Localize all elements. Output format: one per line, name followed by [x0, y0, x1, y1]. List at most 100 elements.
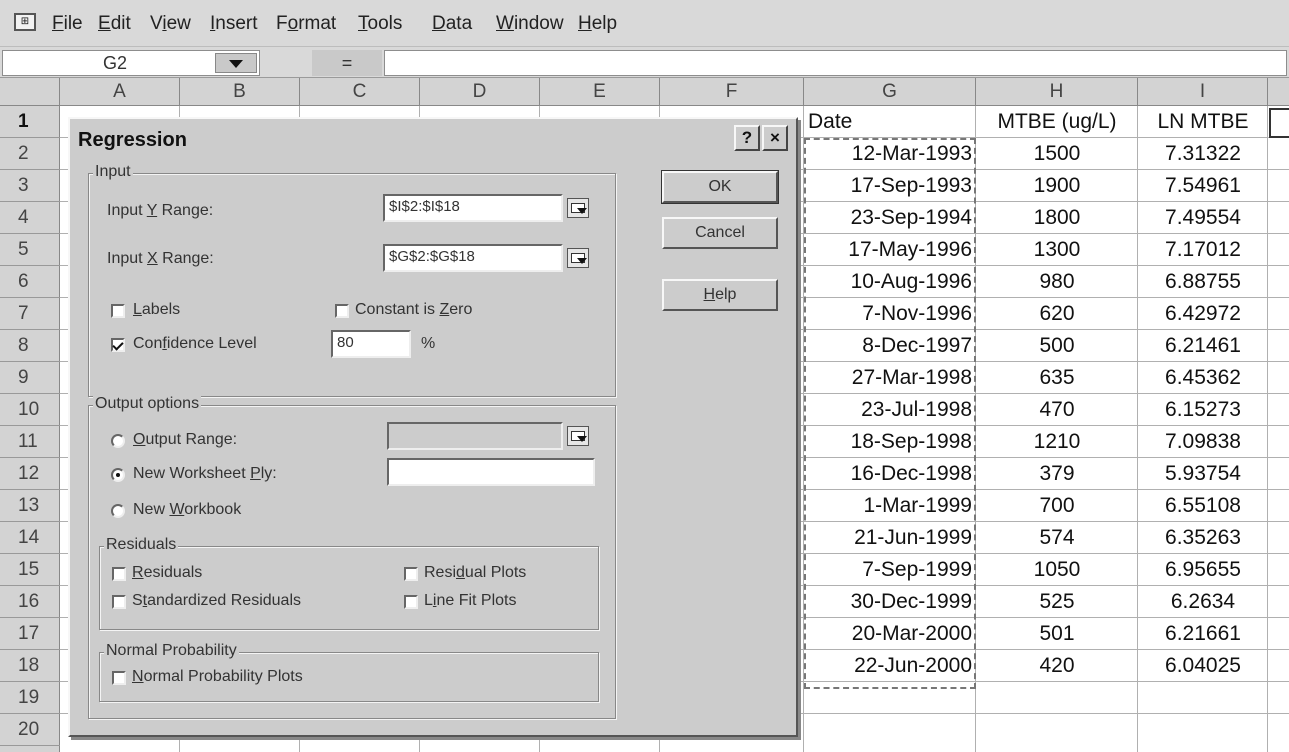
line-fit-plots-checkbox[interactable] — [404, 595, 418, 609]
row-header[interactable]: 9 — [0, 362, 60, 394]
normal-probability-plots-checkbox[interactable] — [112, 671, 126, 685]
row-header[interactable]: 15 — [0, 554, 60, 586]
row-header[interactable]: 16 — [0, 586, 60, 618]
formula-input[interactable] — [384, 50, 1287, 76]
mtbe-cell[interactable]: 379 — [976, 458, 1138, 490]
column-header[interactable]: E — [540, 78, 660, 106]
row-header[interactable]: 19 — [0, 682, 60, 714]
constant-is-zero-label[interactable]: Constant is Zero — [355, 301, 472, 319]
mtbe-cell[interactable]: 1210 — [976, 426, 1138, 458]
row-header[interactable]: 4 — [0, 202, 60, 234]
mtbe-cell[interactable]: 635 — [976, 362, 1138, 394]
ln-mtbe-cell[interactable]: 6.45362 — [1138, 362, 1268, 394]
row-header[interactable]: 11 — [0, 426, 60, 458]
ok-button[interactable]: OK — [662, 171, 778, 203]
row-header[interactable]: 2 — [0, 138, 60, 170]
header-cell-date[interactable]: Date — [804, 106, 976, 138]
mtbe-cell[interactable]: 420 — [976, 650, 1138, 682]
new-worksheet-ply-label[interactable]: New Worksheet Ply: — [133, 465, 277, 483]
row-header[interactable]: 17 — [0, 618, 60, 650]
column-header[interactable] — [1268, 78, 1289, 106]
row-header[interactable]: 10 — [0, 394, 60, 426]
output-range-label[interactable]: Output Range: — [133, 431, 237, 449]
line-fit-plots-label[interactable]: Line Fit Plots — [424, 592, 517, 610]
ln-mtbe-cell[interactable]: 7.54961 — [1138, 170, 1268, 202]
confidence-level-field[interactable]: 80 — [331, 330, 411, 358]
menu-view[interactable]: View — [150, 13, 191, 35]
input-x-range-field[interactable]: $G$2:$G$18 — [383, 244, 563, 272]
mtbe-cell[interactable]: 470 — [976, 394, 1138, 426]
labels-label[interactable]: Labels — [133, 301, 180, 319]
standardized-residuals-label[interactable]: Standardized Residuals — [132, 592, 301, 610]
labels-checkbox[interactable] — [111, 304, 125, 318]
column-header[interactable]: H — [976, 78, 1138, 106]
row-header[interactable]: 1 — [0, 106, 60, 138]
residuals-checkbox[interactable] — [112, 567, 126, 581]
ln-mtbe-cell[interactable]: 7.17012 — [1138, 234, 1268, 266]
new-worksheet-ply-field[interactable] — [387, 458, 595, 486]
output-range-field[interactable] — [387, 422, 563, 450]
menu-tools[interactable]: Tools — [358, 13, 402, 35]
help-button[interactable]: Help — [662, 279, 778, 311]
collapse-dialog-icon[interactable] — [567, 248, 589, 268]
row-header[interactable]: 3 — [0, 170, 60, 202]
header-cell-ln-mtbe[interactable]: LN MTBE — [1138, 106, 1268, 138]
menu-insert[interactable]: Insert — [210, 13, 258, 35]
column-header[interactable]: D — [420, 78, 540, 106]
ln-mtbe-cell[interactable]: 6.55108 — [1138, 490, 1268, 522]
row-header[interactable]: 6 — [0, 266, 60, 298]
residual-plots-checkbox[interactable] — [404, 567, 418, 581]
mtbe-cell[interactable]: 574 — [976, 522, 1138, 554]
column-header[interactable]: G — [804, 78, 976, 106]
row-header[interactable]: 20 — [0, 714, 60, 746]
mtbe-cell[interactable]: 1300 — [976, 234, 1138, 266]
ln-mtbe-cell[interactable]: 6.21661 — [1138, 618, 1268, 650]
row-header[interactable]: 13 — [0, 490, 60, 522]
confidence-level-checkbox[interactable] — [111, 338, 125, 352]
row-header[interactable]: 14 — [0, 522, 60, 554]
output-range-radio[interactable] — [111, 434, 125, 448]
ln-mtbe-cell[interactable]: 7.31322 — [1138, 138, 1268, 170]
mtbe-cell[interactable]: 700 — [976, 490, 1138, 522]
ln-mtbe-cell[interactable]: 6.15273 — [1138, 394, 1268, 426]
ln-mtbe-cell[interactable]: 6.04025 — [1138, 650, 1268, 682]
menu-format[interactable]: Format — [276, 13, 336, 35]
edit-formula-button[interactable]: = — [312, 50, 382, 76]
collapse-dialog-icon[interactable] — [567, 198, 589, 218]
mtbe-cell[interactable]: 500 — [976, 330, 1138, 362]
excel-document-icon[interactable]: ⊞ — [14, 13, 36, 31]
column-header[interactable]: I — [1138, 78, 1268, 106]
residual-plots-label[interactable]: Residual Plots — [424, 564, 526, 582]
constant-is-zero-checkbox[interactable] — [335, 304, 349, 318]
new-workbook-label[interactable]: New Workbook — [133, 501, 241, 519]
active-cell-cursor[interactable] — [1269, 108, 1289, 138]
ln-mtbe-cell[interactable]: 6.42972 — [1138, 298, 1268, 330]
chevron-down-icon[interactable] — [215, 53, 257, 73]
menu-file[interactable]: File — [52, 13, 83, 35]
normal-probability-plots-label[interactable]: Normal Probability Plots — [132, 668, 303, 686]
ln-mtbe-cell[interactable]: 6.2634 — [1138, 586, 1268, 618]
ln-mtbe-cell[interactable]: 7.49554 — [1138, 202, 1268, 234]
row-header[interactable]: 8 — [0, 330, 60, 362]
collapse-dialog-icon[interactable] — [567, 426, 589, 446]
menu-window[interactable]: Window — [496, 13, 564, 35]
header-cell-mtbe[interactable]: MTBE (ug/L) — [976, 106, 1138, 138]
mtbe-cell[interactable]: 501 — [976, 618, 1138, 650]
row-header[interactable]: 7 — [0, 298, 60, 330]
mtbe-cell[interactable]: 1800 — [976, 202, 1138, 234]
help-icon[interactable]: ? — [734, 125, 760, 151]
ln-mtbe-cell[interactable]: 5.93754 — [1138, 458, 1268, 490]
column-header[interactable]: B — [180, 78, 300, 106]
confidence-level-label[interactable]: Confidence Level — [133, 335, 257, 353]
ln-mtbe-cell[interactable]: 7.09838 — [1138, 426, 1268, 458]
residuals-label[interactable]: Residuals — [132, 564, 202, 582]
mtbe-cell[interactable]: 1900 — [976, 170, 1138, 202]
column-header[interactable]: C — [300, 78, 420, 106]
menu-data[interactable]: Data — [432, 13, 472, 35]
mtbe-cell[interactable]: 1050 — [976, 554, 1138, 586]
mtbe-cell[interactable]: 980 — [976, 266, 1138, 298]
ln-mtbe-cell[interactable]: 6.88755 — [1138, 266, 1268, 298]
mtbe-cell[interactable]: 620 — [976, 298, 1138, 330]
menu-help[interactable]: Help — [578, 13, 617, 35]
row-header[interactable]: 18 — [0, 650, 60, 682]
